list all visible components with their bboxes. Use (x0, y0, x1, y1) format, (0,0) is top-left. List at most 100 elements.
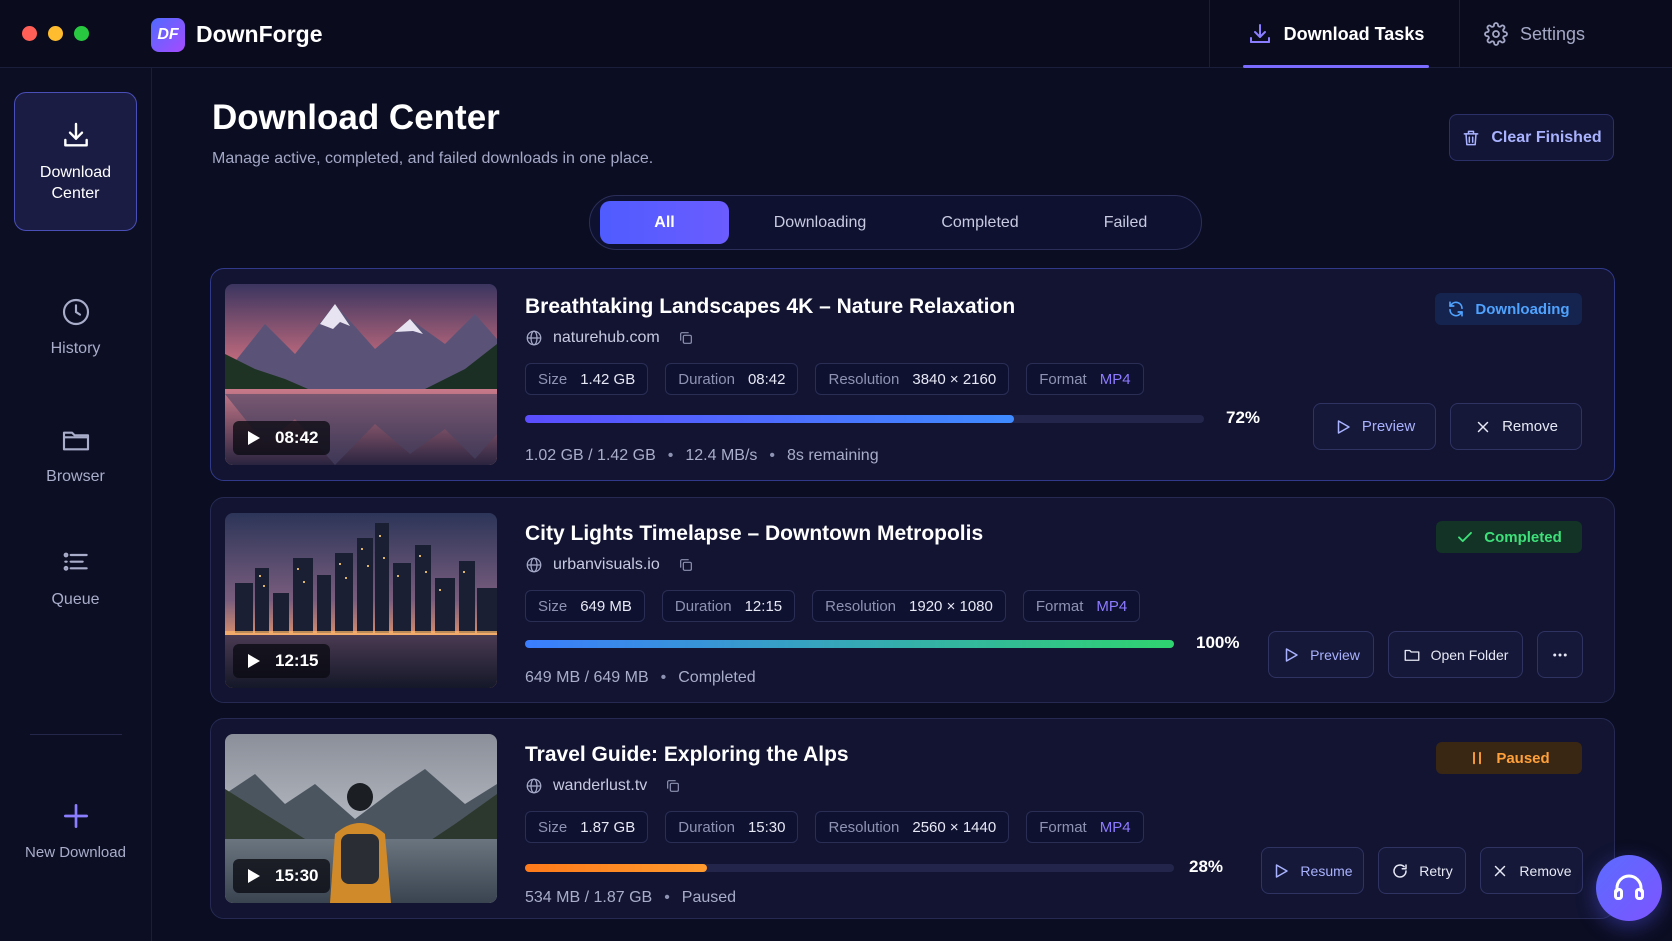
progress-percent: 72% (1226, 408, 1261, 427)
progress-bar (525, 864, 1174, 872)
close-window-button[interactable] (22, 26, 37, 41)
duration-badge-text: 15:30 (275, 866, 319, 885)
tab-download-tasks[interactable]: Download Tasks (1243, 0, 1429, 68)
play-icon (248, 869, 260, 883)
tab-downloading[interactable]: Downloading (745, 201, 895, 244)
resume-button[interactable]: Resume (1261, 847, 1364, 894)
resolution-label: Resolution (828, 370, 900, 388)
preview-button[interactable]: Preview (1268, 631, 1374, 678)
progress-details: 534 MB / 1.87 GB • Paused (525, 889, 736, 907)
tab-failed[interactable]: Failed (1068, 201, 1183, 244)
format-pill: Format MP4 (1026, 811, 1144, 843)
support-button[interactable] (1596, 855, 1662, 921)
remove-button[interactable]: Remove (1480, 847, 1583, 894)
download-card: 12:15 City Lights Timelapse – Downtown M… (210, 497, 1615, 703)
copy-icon[interactable] (678, 330, 694, 346)
size-label: Size (538, 597, 568, 615)
sidebar-item-history[interactable]: History (14, 282, 137, 372)
separator-dot: • (660, 669, 667, 686)
status-badge: Completed (1436, 521, 1582, 553)
status-text: Completed (1484, 528, 1562, 546)
duration-label: Duration (674, 597, 732, 615)
duration-badge: 15:30 (233, 859, 331, 893)
duration-pill: Duration 08:42 (665, 363, 799, 395)
time-remaining: 8s remaining (787, 447, 879, 464)
size-value: 1.87 GB (580, 818, 636, 836)
video-title: City Lights Timelapse – Downtown Metropo… (525, 522, 984, 545)
video-thumbnail[interactable]: 08:42 (225, 284, 497, 465)
format-label: Format (1039, 818, 1087, 836)
clock-icon (62, 298, 89, 325)
sidebar-item-queue[interactable]: Queue (14, 533, 137, 623)
separator-dot: • (664, 889, 670, 906)
duration-badge-text: 08:42 (275, 428, 319, 447)
tab-completed[interactable]: Completed (905, 201, 1055, 244)
separator-dot: • (769, 447, 775, 464)
progress-fill (525, 415, 1014, 423)
progress-percent: 100% (1196, 633, 1240, 652)
video-source: wanderlust.tv (525, 777, 681, 795)
resolution-value: 3840 × 2160 (912, 370, 997, 388)
copy-icon[interactable] (678, 557, 694, 573)
retry-icon (1393, 863, 1408, 878)
duration-value: 08:42 (747, 370, 786, 388)
format-value: MP4 (1099, 370, 1131, 388)
format-label: Format (1039, 370, 1087, 388)
resolution-value: 1920 × 1080 (909, 597, 993, 615)
open-folder-button[interactable]: Open Folder (1388, 631, 1523, 678)
tab-settings[interactable]: Settings (1484, 0, 1585, 68)
tab-all[interactable]: All (600, 201, 729, 244)
duration-label: Duration (678, 370, 735, 388)
play-icon (248, 654, 260, 668)
state-text: Paused (681, 889, 737, 906)
format-value: MP4 (1096, 597, 1128, 615)
duration-pill: Duration 12:15 (661, 590, 796, 622)
format-pill: Format MP4 (1026, 363, 1144, 395)
copy-icon[interactable] (665, 778, 681, 794)
video-thumbnail[interactable]: 12:15 (225, 513, 497, 688)
preview-label: Preview (1310, 646, 1360, 663)
app-logo: DF (151, 18, 185, 52)
format-value: MP4 (1099, 818, 1131, 836)
status-text: Downloading (1475, 300, 1570, 318)
status-badge: Downloading (1435, 293, 1582, 325)
clear-finished-button[interactable]: Clear Finished (1449, 114, 1614, 161)
retry-button[interactable]: Retry (1378, 847, 1466, 894)
new-download-button[interactable]: New Download (14, 786, 137, 876)
sidebar-item-download-center[interactable]: Download Center (14, 92, 137, 231)
remove-button[interactable]: Remove (1450, 403, 1582, 450)
maximize-window-button[interactable] (74, 26, 89, 41)
video-thumbnail[interactable]: 15:30 (225, 734, 497, 903)
sidebar-item-label: Queue (51, 590, 100, 608)
refresh-icon (1449, 301, 1464, 317)
duration-pill: Duration 15:30 (665, 811, 799, 843)
resolution-label: Resolution (825, 597, 897, 615)
transferred-amount: 534 MB / 1.87 GB (525, 889, 653, 906)
more-icon (1553, 653, 1567, 656)
sidebar-item-label: History (50, 339, 101, 357)
download-card: 08:42 Breathtaking Landscapes 4K – Natur… (210, 268, 1615, 481)
folder-icon (1404, 649, 1420, 661)
format-pill: Format MP4 (1022, 590, 1141, 622)
size-label: Size (538, 370, 568, 388)
preview-button[interactable]: Preview (1313, 403, 1436, 450)
sidebar-item-browser[interactable]: Browser (14, 410, 137, 500)
more-options-button[interactable] (1537, 631, 1583, 678)
resolution-pill: Resolution 3840 × 2160 (815, 363, 1010, 395)
app-title: DownForge (196, 21, 323, 47)
progress-details: 1.02 GB / 1.42 GB • 12.4 MB/s • 8s remai… (525, 447, 879, 465)
video-title: Breathtaking Landscapes 4K – Nature Rela… (525, 295, 1016, 318)
play-outline-icon (1337, 419, 1350, 434)
progress-fill (525, 640, 1174, 648)
play-outline-icon (1285, 647, 1298, 662)
size-pill: Size 1.87 GB (525, 811, 649, 843)
video-metadata: Size 1.42 GB Duration 08:42 Resolution 3840… (525, 363, 1144, 395)
remove-label: Remove (1519, 862, 1572, 879)
duration-badge: 12:15 (233, 644, 331, 678)
filter-tabs: All Downloading Completed Failed (589, 195, 1202, 250)
size-label: Size (538, 818, 568, 836)
minimize-window-button[interactable] (48, 26, 63, 41)
source-domain: naturehub.com (553, 329, 660, 346)
format-label: Format (1035, 597, 1084, 615)
resume-label: Resume (1300, 862, 1353, 879)
